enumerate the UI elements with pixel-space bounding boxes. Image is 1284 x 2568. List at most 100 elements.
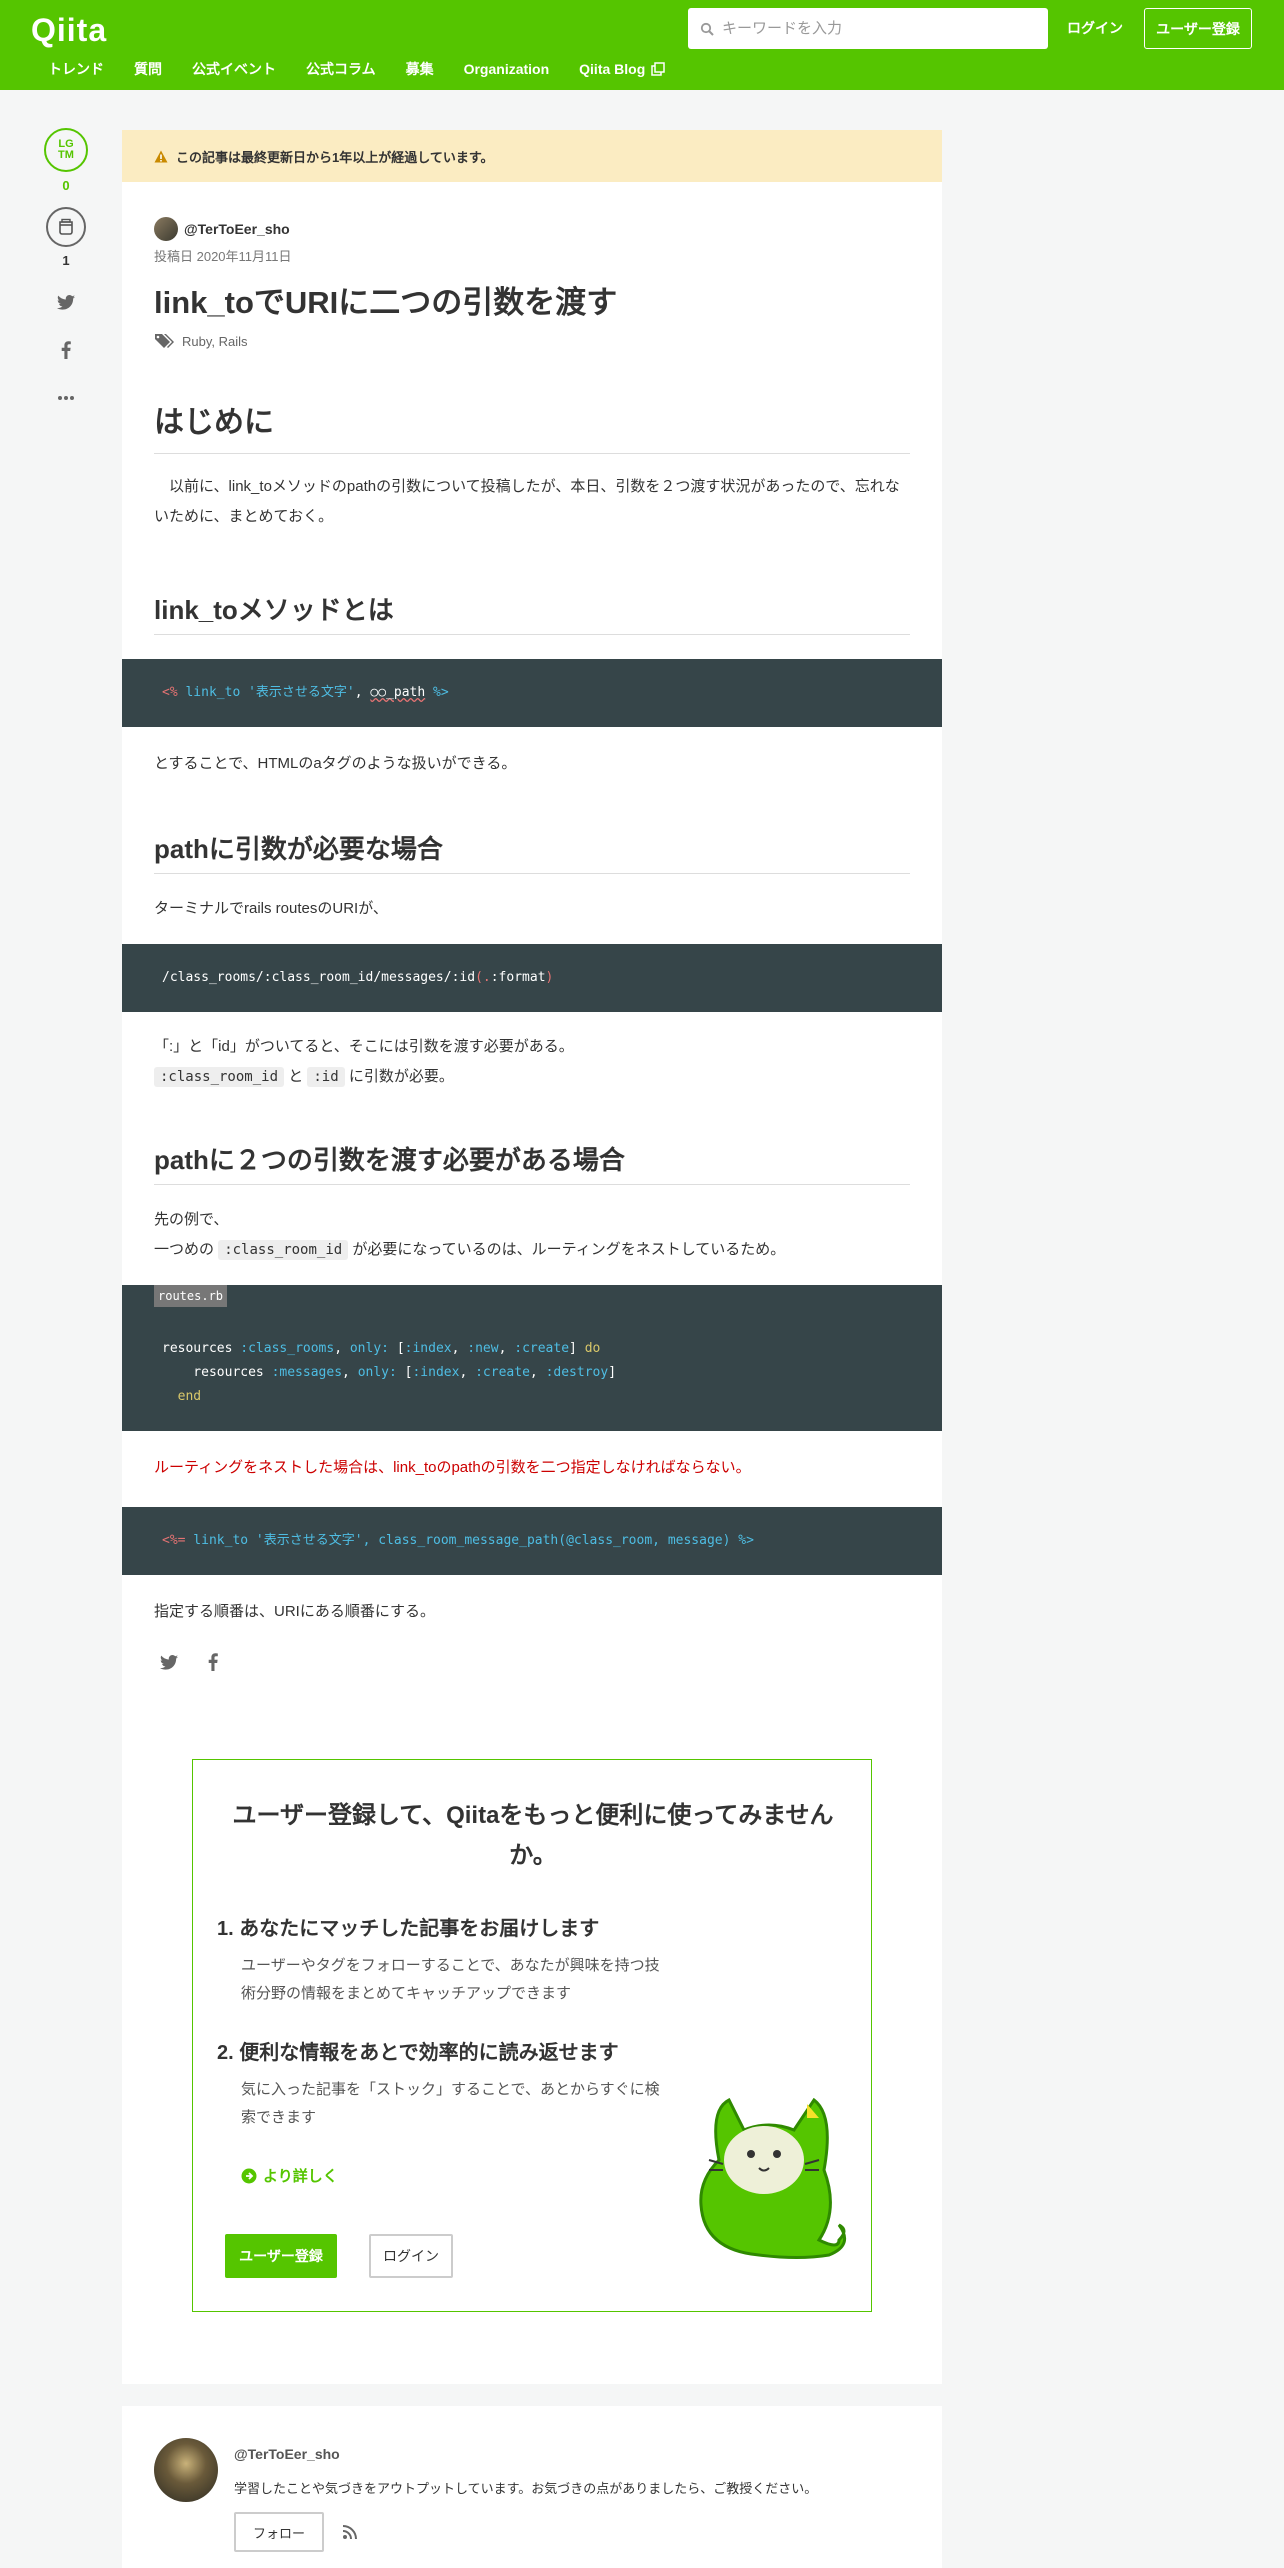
erb-close: %> — [425, 685, 449, 700]
author-avatar[interactable] — [154, 2438, 218, 2502]
point1-title: 1. あなたにマッチした記事をお届けします — [217, 1918, 600, 1940]
nav-questions[interactable]: 質問 — [134, 58, 162, 80]
code-route-path: /class_rooms/:class_room_id/messages/:id — [162, 970, 476, 985]
stock-icon — [59, 218, 73, 235]
code-format: :format — [490, 970, 546, 985]
text-need: に引数が必要。 — [348, 1068, 454, 1085]
need-arg-paragraph: :class_room_id と :id に引数が必要。 — [154, 1062, 910, 1092]
header-register-button[interactable]: ユーザー登録 — [1144, 8, 1252, 49]
signup-promo: ユーザー登録して、Qiitaをもっと便利に使ってみませんか。 1. あなたにマッ… — [192, 1759, 872, 2312]
code-token: , — [529, 1365, 546, 1380]
facebook-icon — [61, 341, 71, 359]
nav-qiita-blog[interactable]: Qiita Blog — [579, 58, 666, 80]
code-paren-close: ) — [545, 970, 554, 985]
code-rest: link_to '表示させる文字', class_room_message_pa… — [185, 1533, 754, 1548]
example-paragraph: 先の例で、 — [154, 1211, 229, 1228]
more-details-link[interactable]: より詳しく — [241, 2165, 338, 2186]
author-card-name[interactable]: @TerToEer_sho — [234, 2446, 340, 2462]
tags-text[interactable]: Ruby, Rails — [182, 334, 248, 349]
tags-icon — [155, 334, 174, 348]
code-token: :class_rooms — [240, 1341, 335, 1356]
search-input[interactable] — [722, 20, 1042, 37]
rss-icon[interactable] — [342, 2524, 358, 2540]
code-dot: . — [482, 970, 491, 985]
code-token: only: — [357, 1365, 397, 1380]
code-token: resources — [162, 1365, 272, 1380]
nest-warning-text: ルーティングをネストした場合は、link_toのpathの引数を二つ指定しなけれ… — [154, 1459, 751, 1476]
link-to-paragraph: とすることで、HTMLのaタグのような扱いができる。 — [154, 755, 517, 772]
nav-organization[interactable]: Organization — [464, 58, 550, 80]
heading-link-to: link_toメソッドとは — [154, 592, 910, 635]
more-icon — [58, 396, 74, 400]
nav-trend[interactable]: トレンド — [48, 58, 104, 80]
code-token: , — [459, 1365, 476, 1380]
code-token: :messages — [271, 1365, 343, 1380]
nav-official-events[interactable]: 公式イベント — [192, 58, 276, 80]
code-token: [ — [389, 1341, 405, 1356]
twitter-icon — [57, 294, 75, 310]
warning-icon — [154, 150, 168, 162]
code-block-routes-rb: routes.rb resources :class_rooms, only: … — [122, 1285, 942, 1431]
share-facebook[interactable] — [44, 336, 88, 364]
code-block-nested-link: <%= link_to '表示させる文字', class_room_messag… — [122, 1507, 942, 1575]
qiita-logo[interactable]: Qiita — [31, 12, 107, 49]
author-name[interactable]: @TerToEer_sho — [184, 221, 290, 237]
lgtm-button[interactable]: LG TM — [44, 128, 88, 172]
code-token: , — [334, 1341, 350, 1356]
code-token: do — [584, 1341, 601, 1356]
code-token: only: — [349, 1341, 389, 1356]
code-block-route: /class_rooms/:class_room_id/messages/:id… — [122, 944, 942, 1012]
nav-recruit[interactable]: 募集 — [406, 58, 434, 80]
code-line: resources :class_rooms, only: [:index, :… — [162, 1337, 902, 1361]
more-menu[interactable] — [44, 384, 88, 412]
text-first: 一つめの — [154, 1241, 215, 1258]
stock-count: 1 — [62, 253, 70, 268]
follow-button[interactable]: フォロー — [234, 2512, 324, 2552]
code-token: :index — [404, 1341, 452, 1356]
more-details-label: より詳しく — [263, 2168, 338, 2185]
code-token: resources — [162, 1341, 241, 1356]
code-line: resources :messages, only: [:index, :cre… — [162, 1361, 902, 1385]
erb-open: <%= — [162, 1533, 186, 1548]
point2-text: 気に入った記事を「ストック」することで、あとからすぐに検索できます — [241, 2081, 660, 2126]
code-token: :destroy — [545, 1365, 609, 1380]
avatar[interactable] — [154, 217, 178, 241]
nest-paragraph: 一つめの :class_room_id が必要になっているのは、ルーティングをネ… — [154, 1235, 910, 1265]
signup-login-button[interactable]: ログイン — [369, 2234, 453, 2278]
inline-code: :class_room_id — [154, 1067, 285, 1087]
lgtm-label: LG TM — [58, 138, 74, 161]
stock-button[interactable] — [46, 207, 86, 247]
facebook-icon[interactable] — [208, 1653, 218, 1671]
arrow-circle-icon — [241, 2168, 257, 2183]
article-actions-sidebar: LG TM 0 1 — [44, 128, 88, 412]
twitter-icon[interactable] — [160, 1654, 178, 1670]
author-bio: 学習したことや気づきをアウトプットしています。お気づきの点がありましたら、ご教授… — [234, 2481, 818, 2496]
erb-open: <% — [162, 685, 178, 700]
code-token: , — [498, 1341, 515, 1356]
code-line: end — [162, 1385, 902, 1409]
code-line: <% link_to '表示させる文字', ○○_path %> — [162, 681, 902, 705]
code-token: [ — [396, 1365, 413, 1380]
notice-text: この記事は最終更新日から1年以上が経過しています。 — [176, 149, 494, 165]
code-comma: , — [354, 685, 371, 700]
code-token: :create — [514, 1341, 570, 1356]
order-paragraph: 指定する順番は、URIにある順番にする。 — [154, 1603, 435, 1620]
inline-code: :id — [307, 1067, 345, 1087]
text-to: と — [288, 1068, 304, 1085]
code-line: <%= link_to '表示させる文字', class_room_messag… — [162, 1529, 902, 1553]
nav-official-columns[interactable]: 公式コラム — [306, 58, 376, 80]
signup-title: ユーザー登録して、Qiitaをもっと便利に使ってみませんか。 — [232, 1802, 834, 1869]
author-row: @TerToEer_sho — [154, 216, 910, 242]
global-nav: トレンド 質問 公式イベント 公式コラム 募集 Organization Qii… — [34, 58, 695, 80]
point1-text: ユーザーやタグをフォローすることで、あなたが興味を持つ技術分野の情報をまとめてキ… — [241, 1957, 660, 2002]
share-twitter[interactable] — [44, 288, 88, 316]
code-token: :index — [412, 1365, 460, 1380]
code-token: , — [451, 1341, 468, 1356]
code-path: ○○_path — [370, 685, 426, 700]
colon-paragraph: 「:」と「id」がついてると、そこには引数を渡す必要がある。 — [154, 1038, 574, 1055]
signup-register-button[interactable]: ユーザー登録 — [225, 2234, 337, 2278]
author-card: @TerToEer_sho 学習したことや気づきをアウトプットしています。お気づ… — [122, 2406, 942, 2568]
code-line: /class_rooms/:class_room_id/messages/:id… — [162, 966, 902, 990]
header-login-link[interactable]: ログイン — [1060, 8, 1130, 49]
search-box[interactable] — [688, 8, 1048, 49]
